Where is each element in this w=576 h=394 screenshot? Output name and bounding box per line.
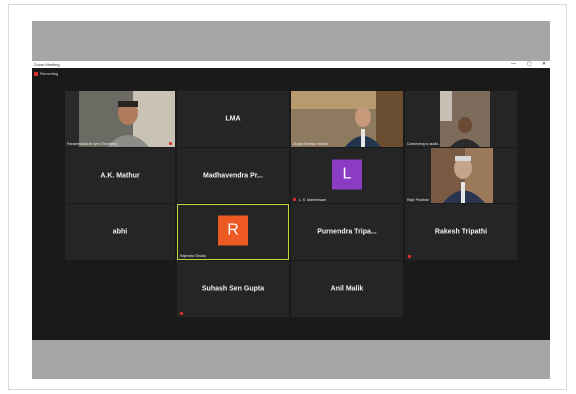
minimize-button[interactable]: — <box>511 61 516 68</box>
participant-name: A.K. Mathur <box>100 172 140 179</box>
tile-suhash[interactable]: Suhash Sen Gupta <box>177 261 289 317</box>
tile-ak-mathur[interactable]: A.K. Mathur <box>65 148 175 203</box>
mic-muted-icon <box>169 142 172 145</box>
mic-muted-icon <box>293 198 296 201</box>
window-title: Zoom Meeting <box>34 62 60 67</box>
participant-name: Madhavendra Pr... <box>203 172 263 179</box>
avatar: R <box>218 215 248 246</box>
participant-name-label: L. K. Maheshwari <box>299 198 327 202</box>
participant-name-label: Parameshwaran Iyer (Secretary) <box>67 142 118 146</box>
recording-label: Recording <box>40 71 59 76</box>
participant-name-label: Rajiv Pradhan <box>407 198 429 202</box>
participant-video <box>291 91 403 147</box>
participant-name: Purnendra Tripa... <box>317 228 377 236</box>
tile-madhavendra[interactable]: Madhavendra Pr... <box>177 148 289 203</box>
tile-lk[interactable]: L L. K. Maheshwari <box>291 148 403 203</box>
bottom-band <box>32 340 550 379</box>
participant-name-label: Durga Shankar Mishra <box>293 142 329 146</box>
tile-abhi[interactable]: abhi <box>65 204 175 260</box>
avatar: L <box>332 159 362 189</box>
participant-name-label: Rajendra Shukla <box>180 254 206 258</box>
close-button[interactable]: ✕ <box>542 61 546 68</box>
top-band <box>32 21 550 61</box>
participant-name: LMA <box>225 115 241 123</box>
tile-parameshwaran[interactable]: Parameshwaran Iyer (Secretary) <box>65 91 175 147</box>
recording-indicator: Recording <box>34 71 58 76</box>
maximize-button[interactable]: ▢ <box>527 61 532 68</box>
mic-muted-icon <box>408 255 411 258</box>
participant-name: Rakesh Tripathi <box>434 228 488 236</box>
tile-lma[interactable]: LMA <box>177 91 289 147</box>
tile-anil[interactable]: Anil Malik <box>291 261 403 317</box>
participant-name-label: Connecting to audio... <box>407 142 442 146</box>
tile-rajendra[interactable]: R Rajendra Shukla <box>177 204 289 260</box>
mic-muted-icon <box>180 312 183 315</box>
zoom-window: Zoom Meeting — ▢ ✕ Recording Parameshwar… <box>32 61 550 340</box>
participant-name: abhi <box>112 228 128 236</box>
tile-durga[interactable]: Durga Shankar Mishra <box>291 91 403 147</box>
record-icon <box>34 71 38 76</box>
tile-purnendra[interactable]: Purnendra Tripa... <box>291 204 403 260</box>
participant-video <box>65 91 175 147</box>
tile-connecting[interactable]: Connecting to audio... <box>405 91 517 147</box>
participant-name: Anil Malik <box>330 285 364 293</box>
participant-video <box>405 148 517 203</box>
tile-rajiv[interactable]: Rajiv Pradhan <box>405 148 517 203</box>
participant-video <box>405 91 517 147</box>
participant-name: Suhash Sen Gupta <box>201 285 265 293</box>
tile-rakesh[interactable]: Rakesh Tripathi <box>405 204 517 260</box>
title-bar: Zoom Meeting — ▢ ✕ <box>32 61 550 68</box>
